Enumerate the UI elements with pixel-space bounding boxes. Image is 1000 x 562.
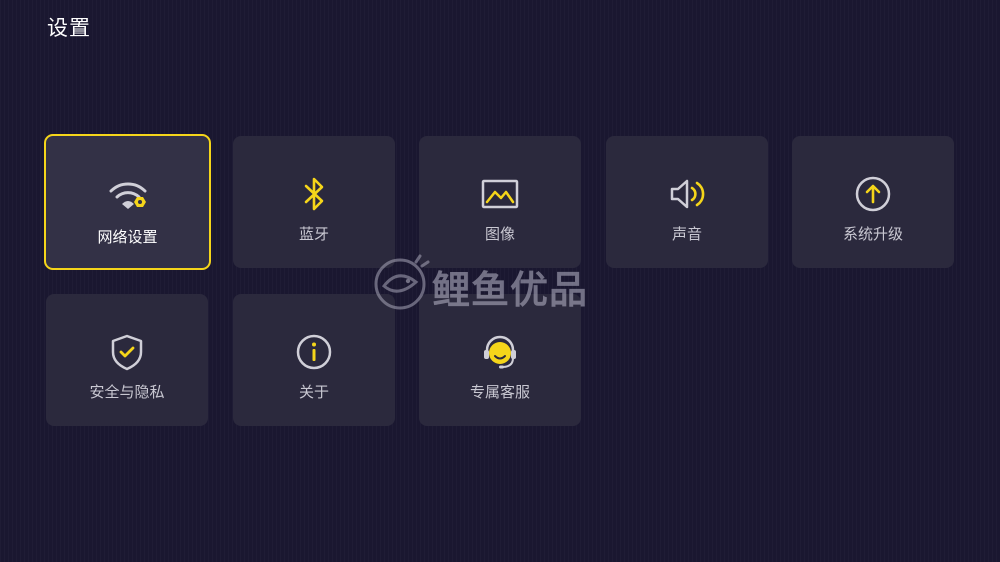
tile-label: 声音 bbox=[671, 225, 702, 243]
tile-label: 图像 bbox=[484, 225, 515, 243]
tile-sound[interactable]: 声音 bbox=[606, 136, 768, 268]
speaker-icon bbox=[670, 179, 705, 209]
shield-check-icon bbox=[111, 334, 143, 371]
headset-icon bbox=[484, 335, 516, 369]
info-icon bbox=[296, 334, 332, 370]
tile-bluetooth[interactable]: 蓝牙 bbox=[233, 136, 395, 268]
bluetooth-icon bbox=[304, 177, 324, 211]
image-icon bbox=[481, 179, 519, 209]
fish-logo-icon bbox=[374, 254, 430, 310]
tile-image[interactable]: 图像 bbox=[419, 136, 581, 268]
wifi-settings-icon bbox=[109, 182, 146, 209]
watermark-text: 鲤鱼优品 bbox=[432, 268, 589, 312]
tile-system-upgrade[interactable]: 系统升级 bbox=[792, 136, 954, 268]
tile-label: 网络设置 bbox=[97, 228, 158, 246]
tile-label: 蓝牙 bbox=[298, 225, 329, 243]
tile-about[interactable]: 关于 bbox=[233, 294, 395, 426]
tile-label: 关于 bbox=[298, 383, 329, 401]
tile-network-settings[interactable]: 网络设置 bbox=[44, 134, 211, 270]
watermark: 鲤鱼优品 bbox=[372, 252, 634, 312]
page-title: 设置 bbox=[47, 16, 91, 40]
tile-security-privacy[interactable]: 安全与隐私 bbox=[46, 294, 208, 426]
tile-label: 安全与隐私 bbox=[89, 383, 165, 401]
upgrade-arrow-icon bbox=[855, 176, 891, 212]
tile-label: 专属客服 bbox=[469, 383, 530, 401]
tile-label: 系统升级 bbox=[842, 225, 903, 243]
